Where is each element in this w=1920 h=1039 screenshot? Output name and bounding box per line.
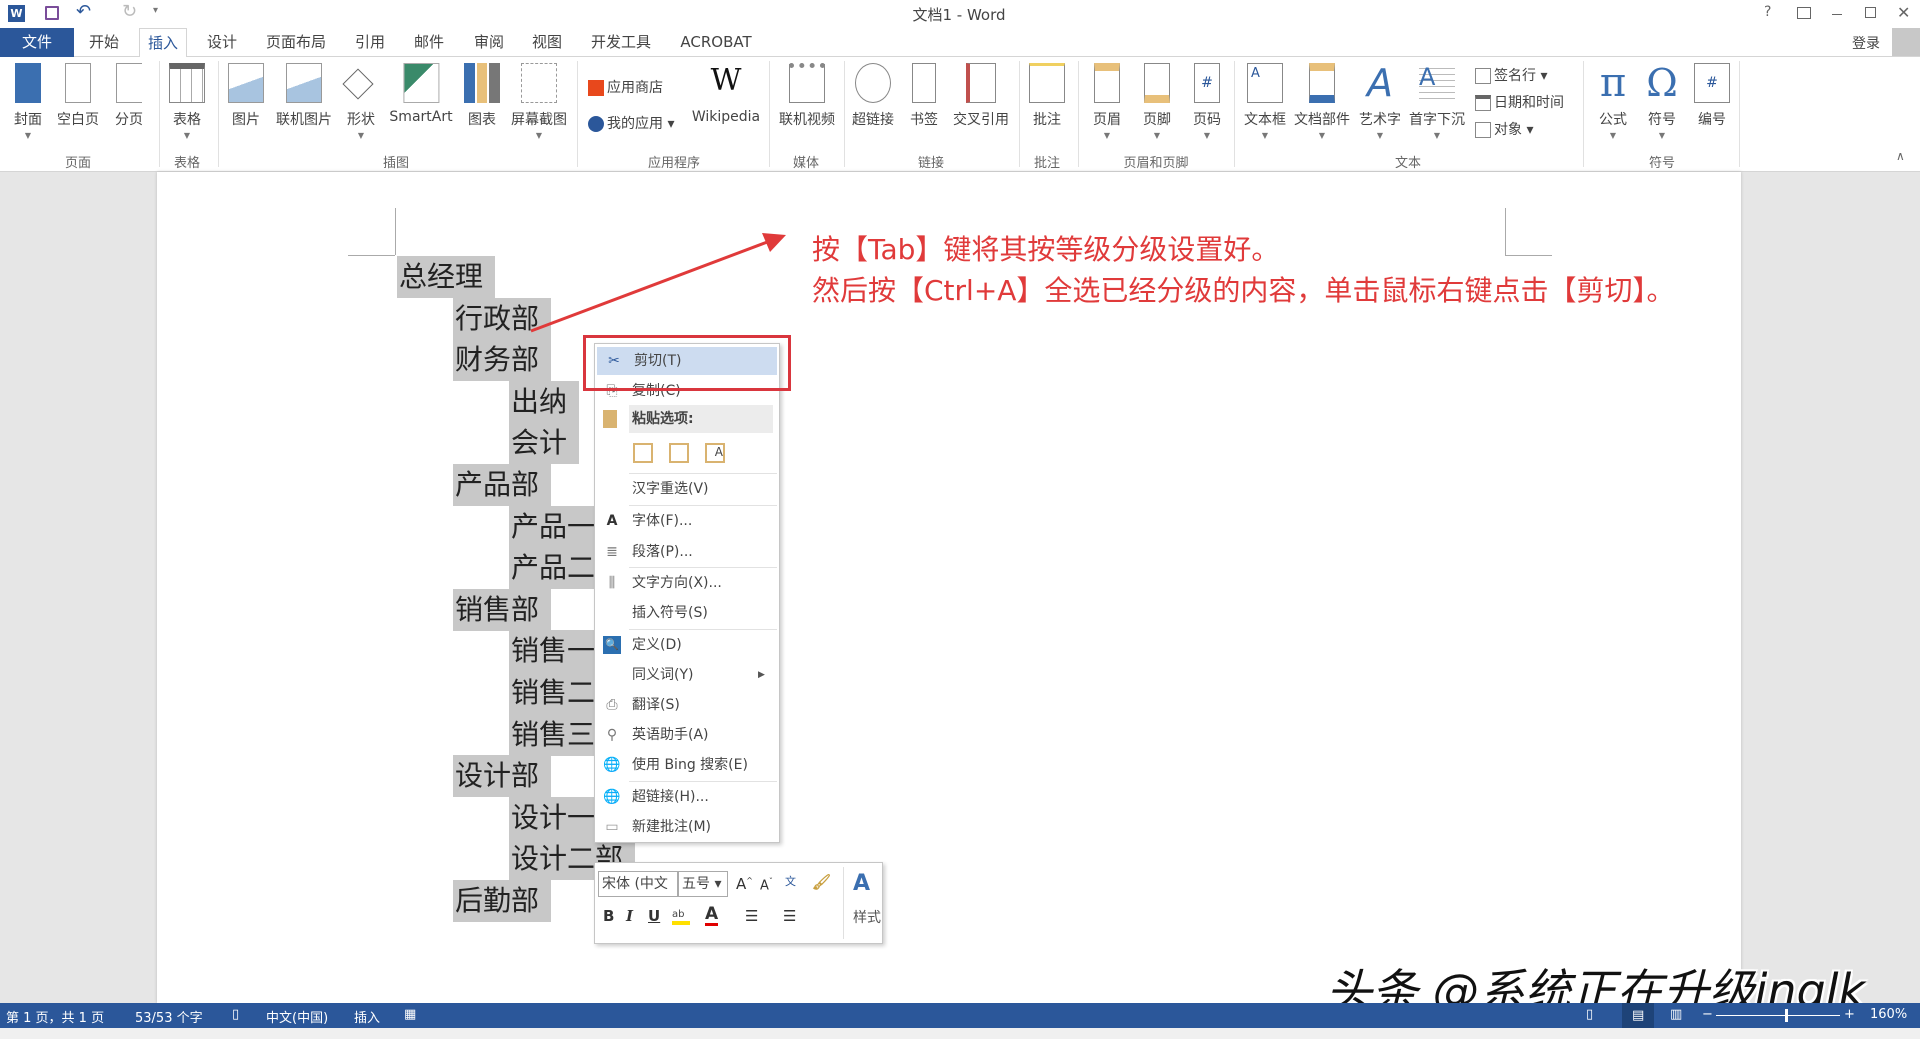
bold-button[interactable]: B xyxy=(603,907,614,925)
divider xyxy=(629,473,777,474)
text-direction-icon: ⫼ xyxy=(608,575,616,591)
menu-item-font[interactable]: A 字体(F)... xyxy=(595,507,779,535)
font-icon: A xyxy=(606,513,618,529)
menu-item-text-direction[interactable]: ⫼ 文字方向(X)... xyxy=(595,569,779,597)
context-menu: ✂ 剪切(T) ⎘ 复制(C) 粘贴选项: A 汉字重选(V) A 字体(F)... … xyxy=(594,343,780,843)
language[interactable]: 中文(中国) xyxy=(266,1007,328,1026)
font-color-icon[interactable]: A xyxy=(705,905,719,926)
submenu-arrow-icon: ▶ xyxy=(758,670,765,680)
font-size-dropdown[interactable]: 五号 ▾ xyxy=(678,871,728,897)
menu-item-reconvert[interactable]: 汉字重选(V) xyxy=(595,475,779,503)
clipboard-icon xyxy=(603,410,617,428)
globe-search-icon: 🌐 xyxy=(603,757,621,773)
paste-text-only-button[interactable]: A xyxy=(705,443,725,463)
english-assistant-icon: ⚲ xyxy=(606,727,618,743)
insert-mode[interactable]: 插入 xyxy=(354,1007,380,1026)
bullets-icon[interactable]: ☰ xyxy=(745,907,758,925)
paste-keep-formatting-button[interactable] xyxy=(633,443,653,463)
menu-item-synonyms[interactable]: 同义词(Y) ▶ xyxy=(595,661,779,689)
annotation-line-2: 然后按【Ctrl+A】全选已经分级的内容，单击鼠标右键点击【剪切】。 xyxy=(812,274,1675,307)
menu-item-insert-symbol[interactable]: 插入符号(S) xyxy=(595,599,779,627)
paste-text-only-icon: A xyxy=(705,443,725,463)
zoom-in-button[interactable]: + xyxy=(1844,1007,1855,1022)
paste-merge-icon xyxy=(669,443,689,463)
page-count[interactable]: 第 1 页，共 1 页 xyxy=(6,1007,104,1026)
web-layout-icon[interactable]: ▥ xyxy=(1670,1007,1682,1022)
menu-item-translate[interactable]: ⎙ 翻译(S) xyxy=(595,691,779,719)
paragraph-icon: ≣ xyxy=(606,544,618,560)
divider xyxy=(629,781,777,782)
divider xyxy=(629,567,777,568)
menu-item-hyperlink[interactable]: 🌐 超链接(H)... xyxy=(595,783,779,811)
read-mode-icon[interactable]: ▯ xyxy=(1586,1007,1593,1022)
numbering-icon[interactable]: ☰ xyxy=(783,907,796,925)
menu-item-bing-search[interactable]: 🌐 使用 Bing 搜索(E) xyxy=(595,751,779,779)
paste-merge-formatting-button[interactable] xyxy=(669,443,689,463)
menu-item-paragraph[interactable]: ≣ 段落(P)... xyxy=(595,538,779,566)
annotation-line-1: 按【Tab】键将其按等级分级设置好。 xyxy=(812,233,1280,266)
annotation-arrow xyxy=(530,233,786,333)
print-layout-icon[interactable]: ▤ xyxy=(1622,1003,1655,1028)
zoom-level[interactable]: 160% xyxy=(1870,1007,1907,1022)
macro-icon[interactable]: ▦ xyxy=(404,1007,416,1022)
phonetic-guide-icon[interactable]: 文 xyxy=(785,873,796,889)
hyperlink-icon: 🌐 xyxy=(603,789,621,805)
menu-item-new-comment[interactable]: ▭ 新建批注(M) xyxy=(595,813,779,841)
font-name-dropdown[interactable]: 宋体 (中文 xyxy=(598,871,678,897)
styles-icon[interactable]: A xyxy=(853,871,870,896)
divider xyxy=(629,629,777,630)
menu-item-define[interactable]: 🔍 定义(D) xyxy=(595,631,779,659)
mini-toolbar: 宋体 (中文 五号 ▾ A^ Aˇ 文 🖌 A B I U ab A ☰ ☰ 样… xyxy=(594,862,883,944)
divider xyxy=(629,505,777,506)
define-icon: 🔍 xyxy=(603,636,621,654)
word-count[interactable]: 53/53 个字 xyxy=(135,1007,203,1026)
highlight-color-icon[interactable]: ab xyxy=(672,909,690,925)
styles-label[interactable]: 样式 xyxy=(853,907,881,927)
format-painter-icon[interactable]: 🖌 xyxy=(812,873,831,891)
grow-font-icon[interactable]: A^ xyxy=(736,875,753,893)
zoom-slider[interactable] xyxy=(1716,1015,1840,1016)
translate-icon: ⎙ xyxy=(606,697,618,713)
cut-highlight-box xyxy=(583,335,791,391)
menu-item-english-assistant[interactable]: ⚲ 英语助手(A) xyxy=(595,721,779,749)
status-bar: 第 1 页，共 1 页 53/53 个字 ▯ 中文(中国) 插入 ▦ ▯ ▤ ▥… xyxy=(0,1003,1920,1028)
shrink-font-icon[interactable]: Aˇ xyxy=(760,877,773,893)
proofing-icon[interactable]: ▯ xyxy=(232,1007,239,1022)
zoom-slider-thumb[interactable] xyxy=(1785,1009,1788,1022)
new-comment-icon: ▭ xyxy=(605,819,619,835)
italic-button[interactable]: I xyxy=(626,907,633,925)
divider xyxy=(843,867,844,939)
taskbar-strip xyxy=(0,1028,1920,1039)
underline-button[interactable]: U xyxy=(648,907,660,925)
zoom-out-button[interactable]: − xyxy=(1702,1007,1713,1022)
paste-keep-formatting-icon xyxy=(633,443,653,463)
paste-options-header: 粘贴选项: xyxy=(595,405,779,433)
